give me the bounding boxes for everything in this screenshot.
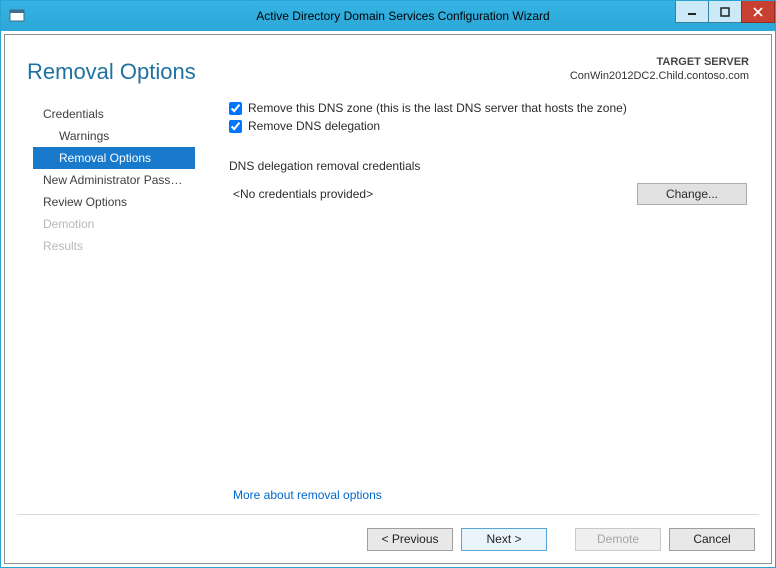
window-title: Active Directory Domain Services Configu…: [31, 9, 775, 23]
demote-button[interactable]: Demote: [575, 528, 661, 551]
change-button[interactable]: Change...: [637, 183, 747, 205]
remove-dns-delegation-checkbox[interactable]: [229, 120, 242, 133]
close-button[interactable]: [741, 1, 775, 23]
nav-item-removal-options[interactable]: Removal Options: [33, 147, 195, 169]
content-area: Removal Options TARGET SERVER ConWin2012…: [4, 34, 772, 564]
footer: < Previous Next > Demote Cancel: [5, 515, 771, 563]
window-body: Removal Options TARGET SERVER ConWin2012…: [1, 31, 775, 567]
credentials-section-label: DNS delegation removal credentials: [229, 159, 747, 173]
page-title: Removal Options: [27, 53, 570, 85]
minimize-button[interactable]: [675, 1, 709, 23]
nav-item-credentials[interactable]: Credentials: [33, 103, 195, 125]
nav-item-demotion: Demotion: [33, 213, 195, 235]
window-buttons: [676, 1, 775, 23]
nav-item-results: Results: [33, 235, 195, 257]
titlebar: Active Directory Domain Services Configu…: [1, 1, 775, 31]
target-server-value: ConWin2012DC2.Child.contoso.com: [570, 69, 749, 83]
nav-item-warnings[interactable]: Warnings: [33, 125, 195, 147]
header-row: Removal Options TARGET SERVER ConWin2012…: [5, 35, 771, 85]
remove-dns-delegation-row[interactable]: Remove DNS delegation: [229, 119, 747, 133]
target-server-block: TARGET SERVER ConWin2012DC2.Child.contos…: [570, 53, 749, 84]
wizard-window: Active Directory Domain Services Configu…: [0, 0, 776, 568]
main-row: CredentialsWarningsRemoval OptionsNew Ad…: [5, 85, 771, 514]
app-icon: [9, 8, 25, 24]
credentials-row: <No credentials provided> Change...: [229, 183, 747, 205]
nav-item-new-administrator-passw[interactable]: New Administrator Passw...: [33, 169, 195, 191]
previous-button[interactable]: < Previous: [367, 528, 453, 551]
remove-dns-zone-row[interactable]: Remove this DNS zone (this is the last D…: [229, 101, 747, 115]
remove-dns-delegation-label: Remove DNS delegation: [248, 119, 380, 133]
wizard-nav: CredentialsWarningsRemoval OptionsNew Ad…: [5, 95, 195, 514]
nav-item-review-options[interactable]: Review Options: [33, 191, 195, 213]
cancel-button[interactable]: Cancel: [669, 528, 755, 551]
remove-dns-zone-checkbox[interactable]: [229, 102, 242, 115]
next-button[interactable]: Next >: [461, 528, 547, 551]
credentials-value: <No credentials provided>: [229, 187, 637, 201]
maximize-button[interactable]: [708, 1, 742, 23]
more-about-link[interactable]: More about removal options: [229, 488, 747, 514]
target-server-label: TARGET SERVER: [570, 55, 749, 69]
options-pane: Remove this DNS zone (this is the last D…: [195, 95, 771, 514]
remove-dns-zone-label: Remove this DNS zone (this is the last D…: [248, 101, 627, 115]
